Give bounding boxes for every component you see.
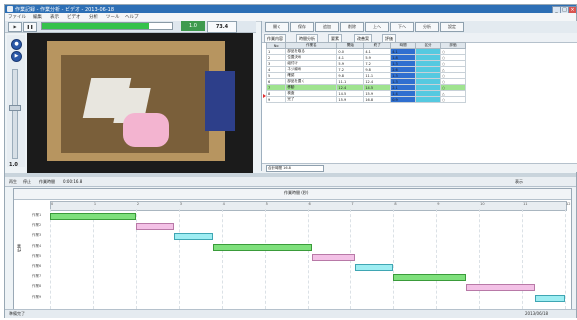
gantt-gridline	[479, 209, 481, 309]
table-cell: ○	[440, 96, 466, 103]
menu-tools[interactable]: ツール	[106, 14, 120, 20]
task-table: No 作業名 開始 終了 時間 区分 評価 1 部品を取る 0.0 4.1 4.1 ○ 2 位置決め 4.1…	[265, 42, 466, 103]
title-bar: 作業記録 - 作業分析 - ビデオ - 2013-06-18 _ □ ×	[5, 5, 577, 14]
video-progress-bar[interactable]	[41, 22, 173, 30]
gantt-bar[interactable]	[213, 243, 312, 251]
current-row-marker	[263, 94, 266, 98]
gantt-row-label: 作業4	[32, 243, 42, 248]
gantt-gridline	[92, 209, 94, 309]
timeline-stop-label[interactable]: 停止	[23, 179, 31, 185]
gantt-gridline	[436, 209, 438, 309]
table-cell	[415, 96, 442, 103]
gantt-bar[interactable]	[534, 294, 565, 302]
timeline-work-time-label: 作業時間	[39, 179, 55, 184]
status-text: 準備完了	[9, 311, 25, 316]
save-button[interactable]: 保存	[290, 22, 314, 32]
status-bar: 準備完了 2013/06/18	[5, 309, 576, 318]
gantt-gridline	[522, 209, 524, 309]
menu-help[interactable]: ヘルプ	[125, 14, 139, 20]
gantt-gridline	[50, 209, 51, 309]
table-cell: 16.8	[363, 96, 392, 103]
video-progress-fill	[42, 23, 149, 29]
gantt-row-label: 作業3	[32, 233, 42, 238]
gantt-bar[interactable]	[135, 223, 175, 231]
timeline-time-value: 0:00:16.8	[63, 179, 83, 184]
menu-file[interactable]: ファイル	[8, 14, 26, 20]
table-cell: 0.9	[390, 96, 417, 103]
gantt-row-label: 作業5	[32, 253, 42, 258]
menu-video[interactable]: ビデオ	[67, 14, 81, 20]
timeline-toolbar: 再生 停止 作業時間 0:00:16.8 表示	[5, 177, 576, 187]
delete-button[interactable]: 削除	[340, 22, 364, 32]
play-button[interactable]: ▶	[11, 51, 22, 62]
record-button[interactable]: ●	[11, 39, 22, 50]
timeline-view-button[interactable]: 表示	[515, 179, 523, 185]
status-date: 2013/06/18	[525, 311, 549, 316]
time-readout: 73.4	[207, 21, 237, 33]
gantt-gridline	[264, 209, 266, 309]
gantt-gridline	[307, 209, 309, 309]
gantt-row-label: 作業6	[32, 264, 42, 268]
gantt-gridline	[221, 209, 223, 309]
gantt-gridline	[178, 209, 180, 309]
settings-button[interactable]: 設定	[440, 22, 464, 32]
gantt-bar[interactable]	[311, 253, 355, 261]
menu-view[interactable]: 表示	[50, 14, 59, 20]
add-button[interactable]: 追加	[315, 22, 339, 32]
analyze-button[interactable]: 分析	[415, 22, 439, 32]
gantt-row-label: 作業9	[32, 294, 42, 299]
gantt-gridline	[565, 209, 566, 309]
gantt-bar[interactable]	[466, 284, 535, 292]
gantt-bar[interactable]	[50, 213, 136, 220]
window-title: 作業記録 - 作業分析 - ビデオ - 2013-06-18	[15, 7, 115, 13]
total-time-field: 合計時間 16.8	[266, 165, 324, 172]
table-cell: 15.9	[336, 96, 365, 103]
zoom-slider-thumb[interactable]	[9, 105, 21, 111]
gantt-bar[interactable]	[354, 264, 394, 271]
gantt-row-label: 作業8	[32, 284, 42, 289]
gantt-bar[interactable]	[174, 233, 214, 241]
timeline-play-label[interactable]: 再生	[9, 179, 17, 185]
menu-analysis[interactable]: 分析	[89, 14, 98, 20]
pause-button[interactable]: ❚❚	[23, 22, 37, 32]
blue-equipment	[205, 71, 235, 131]
app-icon	[7, 6, 13, 12]
worker-glove	[123, 113, 169, 147]
open-video-button[interactable]: ▶	[8, 22, 22, 32]
task-panel: 開く 保存 追加 削除 上へ 下へ 分析 設定 作業内容 時間分析 要素 改善案…	[261, 21, 577, 172]
menu-edit[interactable]: 編集	[33, 14, 42, 20]
table-cell: 完了	[285, 96, 338, 103]
gantt-row-label: 作業7	[32, 274, 42, 279]
table-row[interactable]: 9 完了 15.9 16.8 0.9 ○	[265, 96, 466, 103]
open-button[interactable]: 開く	[265, 22, 289, 32]
gantt-row-label: 作業1	[32, 213, 42, 217]
gantt-rows: 作業1 作業2 作業3 作業4 作業5 作業6 作業7 作業8 作業9	[14, 189, 571, 309]
table-cell: 9	[265, 96, 287, 103]
frame-counter: 1.0	[181, 21, 205, 31]
zoom-label: 1.0	[9, 162, 18, 168]
task-footer: 合計時間 16.8	[262, 163, 577, 172]
app-window: 作業記録 - 作業分析 - ビデオ - 2013-06-18 _ □ × ファイ…	[4, 4, 577, 318]
video-frame[interactable]	[27, 33, 253, 173]
gantt-gridline	[393, 209, 395, 309]
move-down-button[interactable]: 下へ	[390, 22, 414, 32]
zoom-slider[interactable]	[12, 69, 18, 159]
move-up-button[interactable]: 上へ	[365, 22, 389, 32]
gantt-chart: 作業時間 (秒) 0 1 2 3 4 5 6 7 8 9 10 11 12 作業 作業1 作業2 作業3 作業…	[13, 188, 572, 310]
gantt-row-label: 作業2	[32, 223, 42, 228]
gantt-bar[interactable]	[393, 274, 467, 282]
